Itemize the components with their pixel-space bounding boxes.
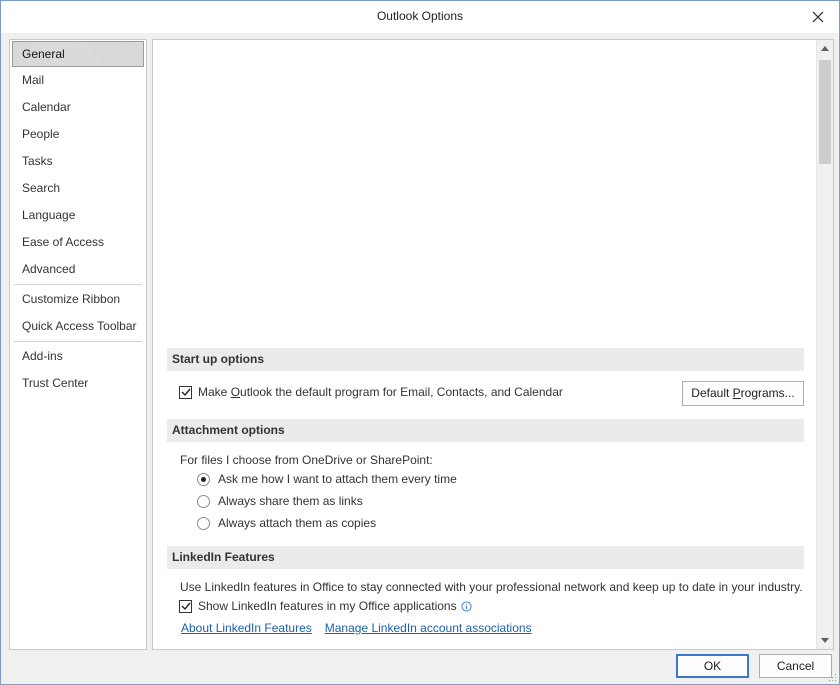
ok-button[interactable]: OK — [676, 654, 749, 678]
info-icon[interactable] — [461, 600, 472, 612]
checkmark-icon — [181, 602, 191, 611]
manage-linkedin-link[interactable]: Manage LinkedIn account associations — [325, 621, 532, 635]
sidebar-item-quick-access-toolbar[interactable]: Quick Access Toolbar — [12, 313, 144, 340]
chevron-down-icon — [821, 638, 829, 643]
content-scrollbar[interactable] — [816, 40, 833, 649]
about-linkedin-link[interactable]: About LinkedIn Features — [181, 621, 312, 635]
default-program-label: Make Outlook the default program for Ema… — [198, 385, 563, 399]
attachment-option-ask[interactable]: Ask me how I want to attach them every t… — [197, 472, 457, 486]
radio-ask[interactable] — [197, 472, 210, 486]
radio-attach-copies[interactable] — [197, 516, 210, 530]
default-programs-button[interactable]: Default Programs... — [682, 381, 804, 406]
linkedin-links-row: About LinkedIn Features Manage LinkedIn … — [181, 621, 532, 635]
linkedin-show-row: Show LinkedIn features in my Office appl… — [179, 599, 472, 613]
default-program-checkbox[interactable] — [179, 385, 192, 399]
options-content-pane: Start up options Make Outlook the defaul… — [152, 39, 834, 650]
outlook-options-dialog: Outlook Options General Mail Calendar Pe… — [0, 0, 840, 685]
close-icon — [812, 11, 824, 23]
sidebar-divider — [14, 284, 142, 285]
sidebar-item-calendar[interactable]: Calendar — [12, 94, 144, 121]
close-button[interactable] — [807, 7, 829, 27]
checkmark-icon — [181, 388, 191, 397]
cancel-button[interactable]: Cancel — [759, 654, 832, 678]
options-sidebar: General Mail Calendar People Tasks Searc… — [9, 39, 147, 650]
sidebar-item-ease-of-access[interactable]: Ease of Access — [12, 229, 144, 256]
linkedin-section-header: LinkedIn Features — [167, 546, 804, 569]
resize-grip-icon[interactable] — [829, 674, 837, 682]
attachment-intro: For files I choose from OneDrive or Shar… — [180, 453, 433, 467]
title-bar: Outlook Options — [1, 1, 839, 33]
scroll-down-button[interactable] — [817, 632, 833, 649]
sidebar-item-mail[interactable]: Mail — [12, 67, 144, 94]
sidebar-item-general[interactable]: General — [12, 41, 144, 67]
linkedin-show-checkbox[interactable] — [179, 599, 192, 613]
sidebar-item-advanced[interactable]: Advanced — [12, 256, 144, 283]
radio-share-links[interactable] — [197, 494, 210, 508]
sidebar-item-trust-center[interactable]: Trust Center — [12, 370, 144, 397]
sidebar-divider — [14, 341, 142, 342]
attachment-option-copies[interactable]: Always attach them as copies — [197, 516, 376, 530]
scroll-thumb[interactable] — [819, 60, 831, 164]
sidebar-item-add-ins[interactable]: Add-ins — [12, 343, 144, 370]
linkedin-description: Use LinkedIn features in Office to stay … — [180, 580, 803, 594]
scroll-up-button[interactable] — [817, 40, 833, 57]
window-title: Outlook Options — [376, 9, 464, 23]
chevron-up-icon — [821, 46, 829, 51]
sidebar-item-tasks[interactable]: Tasks — [12, 148, 144, 175]
startup-section-header: Start up options — [167, 348, 804, 371]
sidebar-item-language[interactable]: Language — [12, 202, 144, 229]
attachment-option-links[interactable]: Always share them as links — [197, 494, 363, 508]
sidebar-item-customize-ribbon[interactable]: Customize Ribbon — [12, 286, 144, 313]
linkedin-show-label: Show LinkedIn features in my Office appl… — [198, 599, 457, 613]
sidebar-item-search[interactable]: Search — [12, 175, 144, 202]
sidebar-item-people[interactable]: People — [12, 121, 144, 148]
attachment-section-header: Attachment options — [167, 419, 804, 442]
default-program-row: Make Outlook the default program for Ema… — [179, 385, 563, 399]
